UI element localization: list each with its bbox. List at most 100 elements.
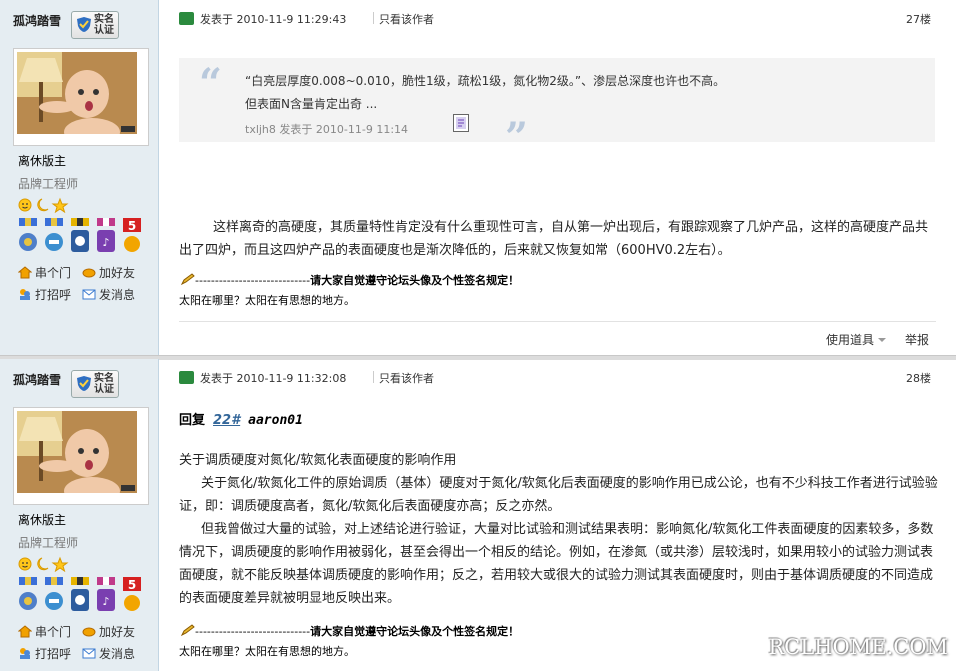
author-name[interactable]: 孤鸿踏雪 — [13, 371, 61, 388]
medal-icon — [45, 218, 63, 251]
author-sidebar: 孤鸿踏雪 实名 认证 离休版主 品牌工程师 ♪ 5 串个门 加好友 打招呼 发消… — [0, 0, 159, 356]
post-time: 发表于 2010-11-9 11:32:08 — [200, 372, 347, 385]
avatar[interactable] — [13, 48, 149, 146]
send-message-label: 发消息 — [99, 647, 136, 661]
post-paragraph: 关于氮化/软氮化工件的原始调质（基体）硬度对于氮化/软氮化后表面硬度的影响作用已… — [179, 476, 938, 514]
signature-dashes: ----------------------------- — [195, 625, 311, 638]
medal-icon — [71, 218, 89, 252]
reply-label: 回复 — [179, 413, 206, 428]
post-paragraph: 关于调质硬度对氮化/软氮化表面硬度的影响作用 — [179, 453, 457, 468]
add-friend-label: 加好友 — [99, 625, 136, 639]
medals: ♪ 5 — [17, 577, 143, 613]
sun-icon — [18, 557, 32, 571]
reply-to-user: aaron01 — [248, 413, 303, 428]
floor-number[interactable]: 28楼 — [906, 370, 931, 386]
author-sidebar: 孤鸿踏雪 实名 认证 离休版主 品牌工程师 ♪ 5 串个门 加好友 打招呼 发消… — [0, 359, 159, 671]
post-header: 发表于 2010-11-9 11:32:08 只看该作者 28楼 — [179, 369, 931, 389]
pencil-icon — [180, 273, 195, 286]
add-friend-link[interactable]: 加好友 — [82, 623, 135, 640]
svg-text:♪: ♪ — [102, 595, 109, 608]
greet-icon — [20, 289, 30, 300]
send-message-label: 发消息 — [99, 288, 136, 302]
jump-to-post-icon[interactable] — [453, 114, 469, 132]
quote-open-icon: “ — [199, 60, 223, 107]
quote-attribution: txljh8 发表于 2010-11-9 11:14 — [245, 123, 409, 136]
online-status-icon — [179, 371, 194, 384]
post-footer-divider — [179, 321, 936, 322]
envelope-icon — [82, 289, 96, 300]
medal-icon: 5 — [123, 577, 141, 611]
svg-text:5: 5 — [128, 219, 136, 233]
medal-icon — [19, 218, 37, 251]
reply-floor-link[interactable]: 22# — [213, 413, 240, 428]
envelope-icon — [82, 648, 96, 659]
visit-home-link[interactable]: 串个门 — [17, 264, 72, 281]
signature-rule-text[interactable]: 请大家自觉遵守论坛头像及个性签名规定！ — [310, 625, 519, 638]
verified-badge: 实名 认证 — [71, 11, 119, 39]
level-icons — [18, 556, 72, 573]
user-title: 品牌工程师 — [18, 536, 79, 550]
shield-icon — [77, 376, 91, 391]
medal-icon: ♪ — [97, 218, 115, 252]
reply-reference: 回复 22# aaron01 — [179, 409, 303, 428]
post-paragraph: 但我曾做过大量的试验，对上述结论进行验证，大量对比试验和测试结果表明：影响氮化/… — [179, 522, 934, 606]
divider — [373, 12, 374, 24]
medal-icon: 5 — [123, 218, 141, 252]
send-message-link[interactable]: 发消息 — [82, 645, 135, 662]
user-rank: 离休版主 — [18, 154, 67, 168]
quote-line1: “白亮层厚度0.008~0.010，脆性1级，疏松1级，氮化物2级。”、渗层总深… — [245, 74, 726, 88]
pencil-icon — [180, 624, 195, 637]
quote-block: “ “白亮层厚度0.008~0.010，脆性1级，疏松1级，氮化物2级。”、渗层… — [179, 58, 935, 161]
post-time: 发表于 2010-11-9 11:29:43 — [200, 13, 347, 26]
shield-icon — [77, 17, 91, 32]
use-tools-menu[interactable]: 使用道具 — [826, 331, 886, 348]
user-title: 品牌工程师 — [18, 177, 79, 191]
post-body: 关于调质硬度对氮化/软氮化表面硬度的影响作用 关于氮化/软氮化工件的原始调质（基… — [179, 449, 939, 610]
star-icon — [51, 197, 69, 214]
post-28: 孤鸿踏雪 实名 认证 离休版主 品牌工程师 ♪ 5 串个门 加好友 打招呼 发消… — [0, 359, 956, 671]
floor-number[interactable]: 27楼 — [906, 11, 931, 27]
greet-link[interactable]: 打招呼 — [18, 645, 71, 662]
use-tools-label: 使用道具 — [825, 333, 874, 347]
star-icon — [51, 556, 69, 573]
post-content: 发表于 2010-11-9 11:29:43 只看该作者 27楼 “ “白亮层厚… — [159, 0, 956, 356]
house-icon — [17, 625, 33, 638]
moon-icon — [37, 557, 49, 571]
badge-line1: 实名 — [94, 14, 114, 25]
greet-label: 打招呼 — [35, 288, 72, 302]
medal-icon — [19, 577, 37, 610]
report-link[interactable]: 举报 — [905, 331, 929, 348]
only-author-link[interactable]: 只看该作者 — [379, 11, 434, 27]
baby-photo-icon — [17, 52, 137, 134]
only-author-link[interactable]: 只看该作者 — [379, 370, 434, 386]
signature-rule: -----------------------------请大家自觉遵守论坛头像… — [180, 623, 519, 639]
level-icons — [18, 197, 72, 214]
visit-home-label: 串个门 — [35, 266, 72, 280]
handshake-icon — [82, 268, 96, 278]
medal-icon — [71, 577, 89, 611]
greet-link[interactable]: 打招呼 — [18, 286, 71, 303]
quote-close-icon: ” — [505, 114, 529, 161]
online-status-icon — [179, 12, 194, 25]
send-message-link[interactable]: 发消息 — [82, 286, 135, 303]
add-friend-link[interactable]: 加好友 — [82, 264, 135, 281]
badge-line2: 认证 — [94, 384, 114, 395]
divider — [373, 371, 374, 383]
medal-icon — [45, 577, 63, 610]
post-27: 孤鸿踏雪 实名 认证 离休版主 品牌工程师 ♪ 5 串个门 加好友 打招呼 发消… — [0, 0, 956, 356]
signature-rule-text[interactable]: 请大家自觉遵守论坛头像及个性签名规定！ — [310, 274, 519, 287]
signature-motto: 太阳在哪里？太阳在有思想的地方。 — [179, 294, 355, 307]
signature-motto: 太阳在哪里？太阳在有思想的地方。 — [179, 645, 355, 658]
add-friend-label: 加好友 — [99, 266, 136, 280]
svg-text:♪: ♪ — [102, 236, 109, 249]
medals: ♪ 5 — [17, 218, 143, 254]
svg-text:5: 5 — [128, 578, 136, 592]
avatar[interactable] — [13, 407, 149, 505]
user-rank: 离休版主 — [18, 513, 67, 527]
site-watermark: RCLHOME.COM — [768, 635, 948, 659]
signature-rule: -----------------------------请大家自觉遵守论坛头像… — [180, 272, 519, 288]
visit-home-link[interactable]: 串个门 — [17, 623, 71, 640]
moon-icon — [37, 198, 49, 212]
author-name[interactable]: 孤鸿踏雪 — [13, 12, 61, 29]
greet-label: 打招呼 — [35, 647, 72, 661]
